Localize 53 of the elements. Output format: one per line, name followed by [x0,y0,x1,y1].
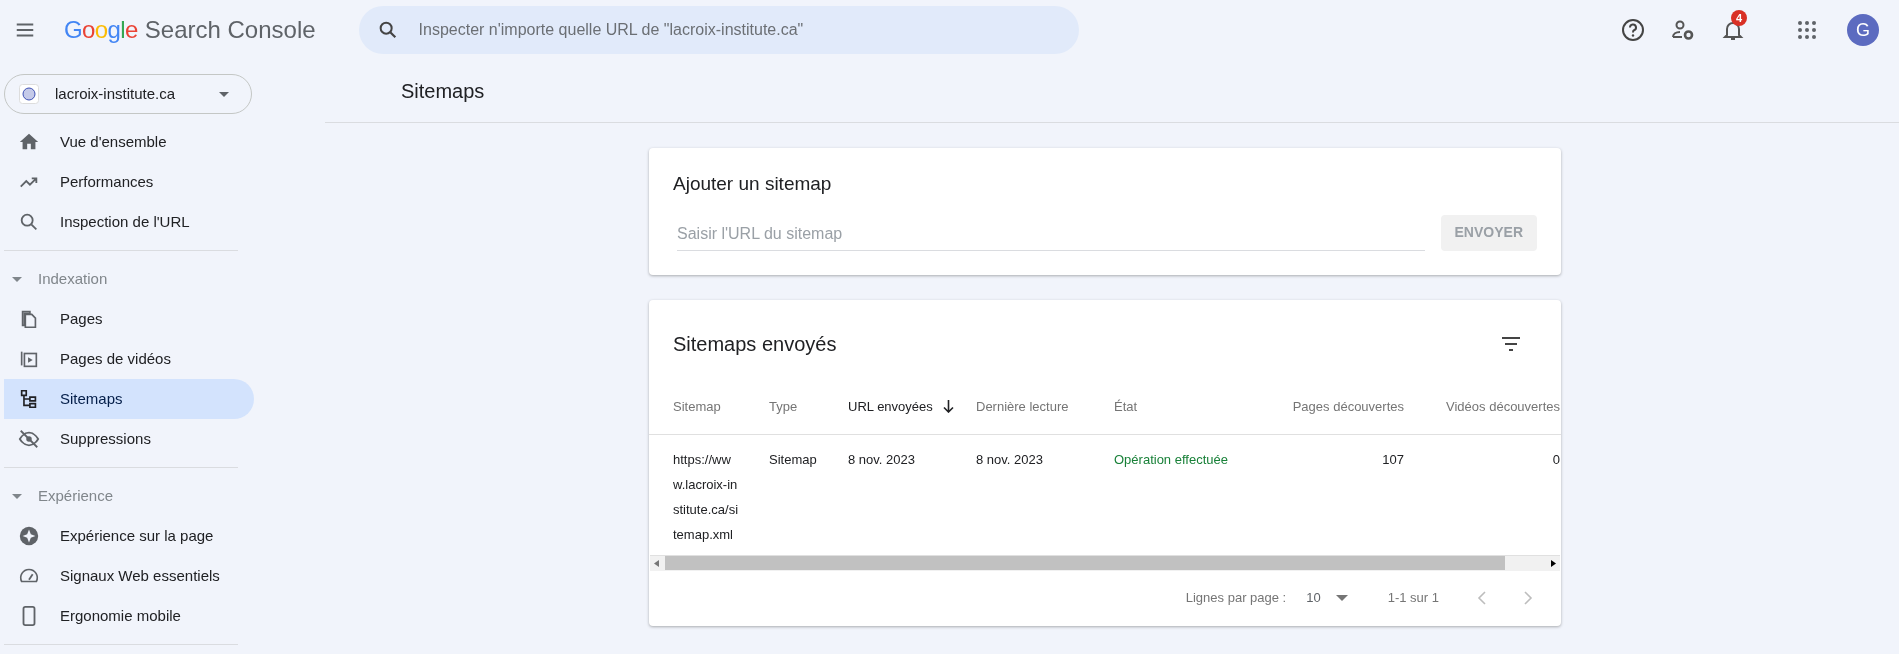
sidebar-item[interactable]: Inspection de l'URL [4,202,254,242]
notification-badge: 4 [1731,10,1747,26]
table-cell-text: Sitemap [769,450,817,469]
search-icon [18,211,40,233]
horizontal-scrollbar[interactable] [650,554,1560,571]
rows-per-page-label: Lignes par page : [1185,589,1287,608]
section-label: Indexation [38,268,108,289]
app-title: Search Console [144,18,316,42]
filter-icon[interactable] [1501,336,1521,351]
rows-per-page-select[interactable]: 10 [1306,588,1348,608]
column-header[interactable]: Sitemap [673,396,721,417]
sidebar-item[interactable]: Ergonomie mobile [4,596,254,636]
column-header[interactable]: État [1114,396,1138,417]
user-settings-icon[interactable] [1671,18,1695,42]
column-header[interactable]: URL envoyées [848,396,954,417]
help-icon[interactable] [1621,18,1645,42]
google-logo: Google [64,18,138,42]
section-label: Expérience [38,485,114,506]
sidebar-item[interactable]: Sitemaps [4,379,254,419]
apps-grid-icon[interactable] [1797,20,1817,40]
scroll-left-icon[interactable] [654,559,659,567]
column-header[interactable]: Pages découvertes [1292,396,1404,417]
page-title: Sitemaps [400,79,485,104]
dropdown-caret-icon [219,91,229,97]
table-cell-text: https://www.lacroix-institute.ca/sitemap.xml [673,450,740,544]
card-title: Ajouter un sitemap [673,172,833,196]
table-cell-text: 0 [1552,450,1560,469]
column-header[interactable]: Dernière lecture [976,396,1069,417]
column-header[interactable]: Type [769,396,798,417]
table-cell-text: 8 nov. 2023 [848,450,915,469]
hidden-eye-icon [18,428,40,450]
table-cell-text: 107 [1382,450,1404,469]
search-input[interactable]: Inspecter n'importe quelle URL de "lacroix-institute.ca" [418,18,1061,42]
sidebar-item[interactable]: Vue d'ensemble [4,122,254,162]
badge-icon [18,525,40,547]
column-header[interactable]: Vidéos découvertes [1446,396,1560,417]
dropdown-caret-icon [1335,595,1348,601]
sitemap-url-field[interactable]: Saisir l'URL du sitemap [677,218,1425,251]
table-cell-text: 8 nov. 2023 [976,450,1043,469]
status-text: Opération effectuée [1114,450,1228,469]
sidebar-item[interactable]: Expérience sur la page [4,516,254,556]
page-range: 1-1 sur 1 [1387,589,1439,608]
sort-arrow-icon [942,400,954,413]
search-field[interactable]: Inspecter n'importe quelle URL de "lacroix-institute.ca" [358,6,1079,54]
scroll-right-icon[interactable] [1551,559,1556,567]
sidebar-item[interactable]: Performances [4,162,254,202]
sidebar-item[interactable]: Signaux Web essentiels [4,556,254,596]
globe-icon [19,84,39,104]
sidebar-item[interactable]: Pages [4,299,254,339]
account-avatar[interactable]: G [1847,14,1879,46]
card-title: Sitemaps envoyés [673,331,837,357]
sidebar-item[interactable]: Pages de vidéos [4,339,254,379]
sidebar-item[interactable]: Suppressions [4,419,254,459]
